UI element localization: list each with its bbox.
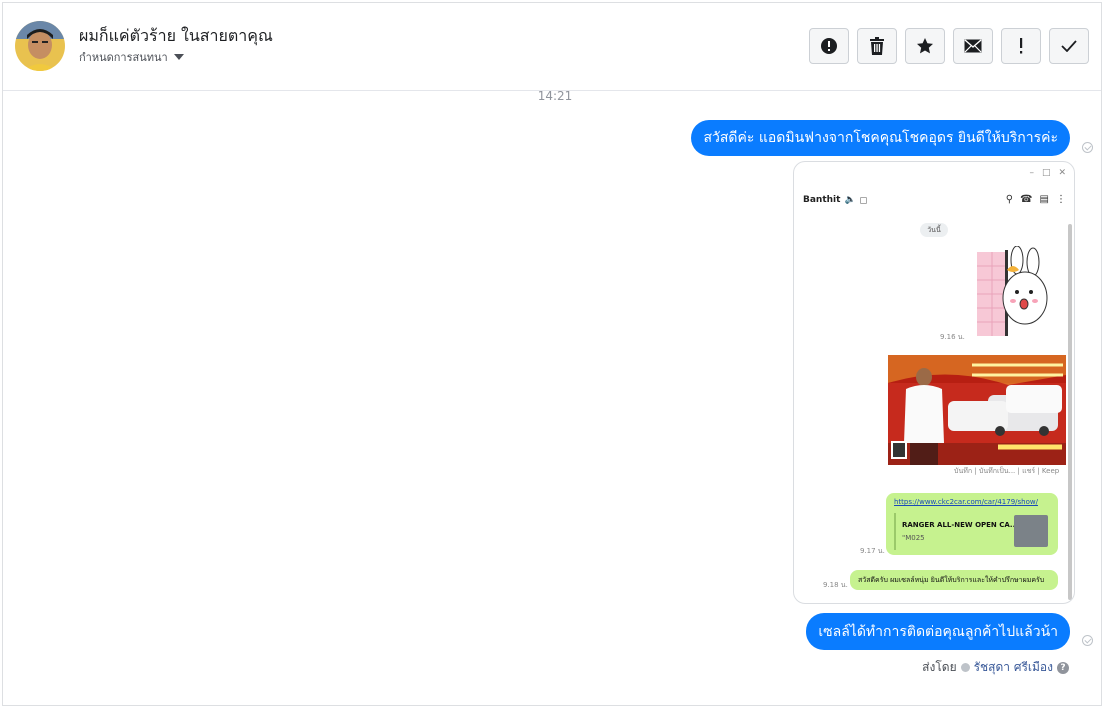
- greeting-text: สวัสดีครับ ผมเซลล์หนุ่ม ยินดีให้บริการแล…: [858, 575, 1045, 584]
- sent-by-name[interactable]: รัชสุดา ศรีเมือง: [974, 658, 1053, 677]
- link-thumbnail: [1014, 515, 1048, 547]
- done-button[interactable]: [1049, 28, 1089, 64]
- message-text: เซลล์ได้ทำการติดต่อคุณลูกค้าไปแล้วน้า: [818, 623, 1058, 640]
- link-time: 9.17 น.: [860, 547, 885, 555]
- message-timestamp: 14:21: [537, 89, 573, 103]
- contact-name[interactable]: ผมก็แค่ตัวร้าย ในสายตาคุณ: [79, 24, 273, 49]
- sent-by-label: ส่งโดย: [922, 660, 957, 674]
- exclamation-icon: [1020, 38, 1023, 54]
- greeting-message: สวัสดีครับ ผมเซลล์หนุ่ม ยินดีให้บริการแล…: [850, 570, 1058, 590]
- message-text: สวัสดีค่ะ แอดมินฟางจากโชคคุณโชคอุดร ยินด…: [703, 130, 1058, 146]
- important-button[interactable]: [1001, 28, 1041, 64]
- alert-button[interactable]: [809, 28, 849, 64]
- link-url: https://www.ckc2car.com/car/4179/show/: [894, 498, 1038, 506]
- chat-tools: ⚲ ☎ ▤ ⋮: [1006, 194, 1066, 205]
- question-circle-icon[interactable]: ?: [1057, 661, 1069, 674]
- delete-button[interactable]: [857, 28, 897, 64]
- checkmark-icon: [1061, 40, 1077, 52]
- caret-down-icon: [173, 54, 184, 60]
- link-title: RANGER ALL-NEW OPEN CA...: [902, 521, 1018, 529]
- conversation-header: ผมก็แค่ตัวร้าย ในสายตาคุณ กำหนดการสนทนา: [3, 3, 1101, 91]
- star-button[interactable]: [905, 28, 945, 64]
- star-icon: [917, 38, 933, 54]
- link-subtitle: "M025: [902, 534, 925, 542]
- avatar[interactable]: [15, 21, 65, 71]
- promo-caption: บันทึก | บันทึกเป็น... | แชร์ | Keep: [954, 467, 1060, 475]
- today-badge: วันนี้: [920, 223, 948, 237]
- more-icon: ⋮: [1056, 194, 1066, 205]
- speaker-icon: 🔈: [844, 195, 856, 205]
- scrollbar: [1068, 224, 1072, 600]
- verified-icon: [960, 663, 970, 672]
- conversation-menu[interactable]: กำหนดการสนทนา: [79, 48, 184, 66]
- notes-icon: ▤: [1039, 194, 1049, 205]
- window-icon: [859, 196, 867, 204]
- message-bubble[interactable]: เซลล์ได้ทำการติดต่อคุณลูกค้าไปแล้วน้า: [806, 613, 1070, 650]
- envelope-icon: [964, 39, 982, 53]
- chat-contact-name: Banthit: [803, 195, 841, 205]
- seen-indicator-icon: [1082, 635, 1093, 646]
- link-preview: RANGER ALL-NEW OPEN CA... "M025: [894, 513, 1052, 550]
- trash-icon: [870, 37, 884, 55]
- chat-title: Banthit 🔈: [803, 195, 867, 205]
- greeting-time: 9.18 น.: [823, 581, 848, 589]
- phone-icon: ☎: [1020, 194, 1033, 205]
- mail-button[interactable]: [953, 28, 993, 64]
- promo-image: [888, 355, 1066, 465]
- exclamation-circle-icon: [821, 38, 837, 54]
- message-bubble[interactable]: สวัสดีค่ะ แอดมินฟางจากโชคคุณโชคอุดร ยินด…: [691, 120, 1070, 156]
- sticker-time: 9.16 น.: [940, 333, 965, 341]
- composer-divider: [18, 705, 1100, 706]
- close-icon: ✕: [1058, 168, 1066, 178]
- search-icon: ⚲: [1005, 194, 1014, 205]
- image-attachment[interactable]: – □ ✕ Banthit 🔈 ⚲ ☎ ▤ ⋮ วันนี้ 9.16 น. บ…: [793, 161, 1075, 604]
- maximize-icon: □: [1041, 168, 1051, 178]
- messenger-window: ผมก็แค่ตัวร้าย ในสายตาคุณ กำหนดการสนทนา: [2, 2, 1102, 706]
- minimize-icon: –: [1029, 168, 1034, 178]
- header-actions: [809, 28, 1089, 64]
- rabbit-sticker: [977, 246, 1048, 336]
- sent-by-line: ส่งโดย รัชสุดา ศรีเมือง ?: [922, 658, 1069, 677]
- seen-indicator-icon: [1082, 142, 1093, 153]
- conversation-menu-label: กำหนดการสนทนา: [79, 51, 168, 64]
- window-controls: – □ ✕: [1029, 168, 1066, 178]
- link-message: https://www.ckc2car.com/car/4179/show/ R…: [886, 493, 1058, 555]
